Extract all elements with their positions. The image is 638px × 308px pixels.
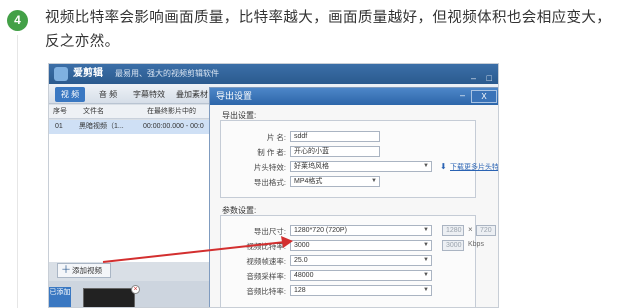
app-name: 爱剪辑 [73, 68, 103, 79]
step-rule [17, 35, 18, 308]
download-effects-link[interactable]: 下载更多片头特效 [450, 162, 498, 172]
app-slogan: 最易用、强大的视频剪辑软件 [115, 69, 219, 78]
chevron-down-icon: ▼ [423, 242, 429, 248]
minimize-icon[interactable]: – [456, 90, 469, 103]
video-bitrate-custom-input[interactable]: 3000 [442, 240, 464, 251]
width-input[interactable]: 1280 [442, 225, 464, 236]
tab-audio[interactable]: 音 频 [95, 87, 121, 102]
format-label: 导出格式: [253, 178, 286, 187]
tab-video[interactable]: 视 频 [55, 87, 85, 102]
producer-input[interactable]: 开心的小蓝 [290, 146, 380, 157]
intro-effect-value: 好莱坞风格 [294, 163, 329, 170]
add-icon: ＋ [61, 265, 71, 276]
producer-label: 制 作 者: [257, 148, 286, 157]
chevron-down-icon: ▼ [371, 178, 377, 184]
step-number-badge: 4 [7, 10, 28, 31]
chevron-down-icon: ▼ [423, 163, 429, 169]
audio-sample-rate-select[interactable]: 48000 ▼ [290, 270, 432, 281]
audio-bitrate-label: 音频比特率: [246, 287, 286, 296]
tab-subtitles[interactable]: 字幕特效 [129, 87, 169, 102]
format-select[interactable]: MP4格式 ▼ [290, 176, 380, 187]
filename-input[interactable]: sddf [290, 131, 380, 142]
col-timeline: 在最终影片中的 [147, 108, 196, 115]
row-time: 00:00:00.000 - 00:0 [143, 123, 204, 130]
chevron-down-icon: ▼ [423, 227, 429, 233]
chevron-down-icon: ▼ [423, 287, 429, 293]
arrow-shaft [102, 241, 286, 263]
audio-sample-rate-label: 音频采样率: [246, 272, 286, 281]
dialog-title: 导出设置 [216, 91, 253, 101]
added-tab[interactable]: 已添加 [49, 287, 71, 307]
remove-thumbnail-icon[interactable]: × [131, 285, 140, 294]
height-input[interactable]: 720 [476, 225, 496, 236]
video-thumbnail[interactable] [83, 288, 135, 307]
size-select[interactable]: 1280*720 (720P) ▼ [290, 225, 432, 236]
export-dialog: 导出设置 – X 导出设置: 片 名: sddf 制 作 者: 开心的小蓝 片头… [209, 87, 498, 307]
intro-effect-label: 片头特效: [253, 163, 286, 172]
audio-bitrate-select[interactable]: 128 ▼ [290, 285, 432, 296]
times-icon: × [468, 225, 473, 234]
row-filename: 黑暗视频（1... [79, 123, 124, 130]
row-index: 01 [55, 123, 63, 130]
file-list-row[interactable]: 01 黑暗视频（1... 00:00:00.000 - 00:0 [49, 120, 209, 134]
arrow-head [281, 236, 293, 248]
video-bitrate-select[interactable]: 3000 ▼ [290, 240, 432, 251]
red-arrow-annotation [102, 236, 293, 263]
page: 4 视频比特率会影响画面质量，比特率越大，画面质量越好，但视频体积也会相应变大，… [0, 0, 638, 308]
intro-effect-select[interactable]: 好莱坞风格 ▼ [290, 161, 432, 172]
app-title-bar: 爱剪辑 最易用、强大的视频剪辑软件 – □ [49, 64, 498, 84]
format-value: MP4格式 [294, 178, 323, 185]
close-button[interactable]: X [471, 90, 497, 103]
audio-bitrate-value: 128 [294, 287, 306, 294]
chevron-down-icon: ▼ [423, 272, 429, 278]
col-filename: 文件名 [83, 108, 104, 115]
tab-overlay[interactable]: 叠加素材 [175, 87, 209, 102]
file-list-header: 序号 文件名 在最终影片中的 [49, 105, 209, 119]
frame-rate-select[interactable]: 25.0 ▼ [290, 255, 432, 266]
chevron-down-icon: ▼ [423, 257, 429, 263]
filename-label: 片 名: [266, 133, 286, 142]
col-index: 序号 [53, 108, 67, 115]
download-icon: ⬇ [440, 162, 447, 171]
audio-sample-rate-value: 48000 [294, 272, 314, 279]
step-description: 视频比特率会影响画面质量，比特率越大，画面质量越好，但视频体积也会相应变大，反之… [45, 10, 612, 50]
bitrate-unit: Kbps [468, 241, 484, 248]
app-logo-icon [54, 67, 68, 81]
